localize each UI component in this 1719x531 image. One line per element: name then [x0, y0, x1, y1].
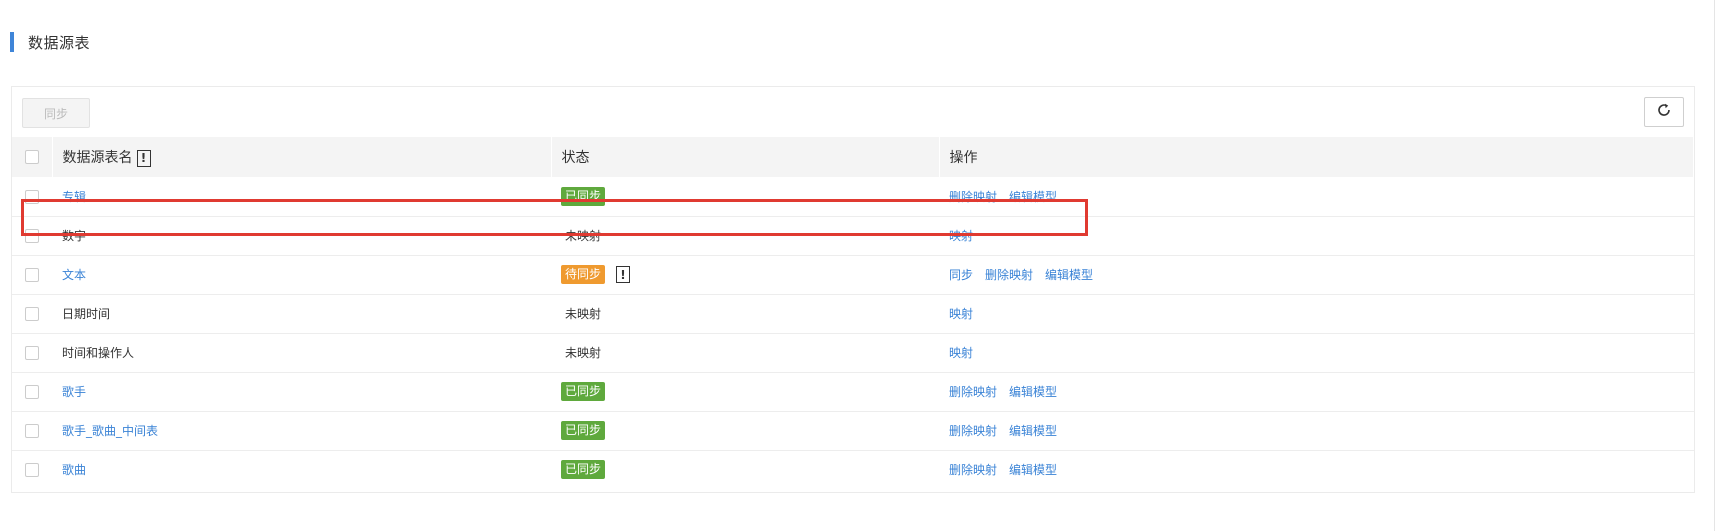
row-name-cell: 歌手	[52, 372, 551, 412]
row-actions-cell: 同步 删除映射 编辑模型	[939, 255, 1694, 295]
row-select-cell[interactable]	[12, 450, 52, 489]
row-status-cell: 未映射	[551, 333, 939, 373]
status-text-unmapped: 未映射	[565, 229, 602, 243]
table-name-link[interactable]: 专辑	[62, 190, 86, 204]
row-checkbox[interactable]	[25, 384, 39, 399]
header-select-all[interactable]	[12, 137, 53, 177]
table-row: 数字 未映射 映射	[12, 216, 1694, 256]
row-action-link[interactable]: 删除映射	[985, 268, 1033, 282]
row-status-cell: 已同步	[551, 372, 939, 412]
section-title-text: 数据源表	[28, 33, 91, 52]
scrollbar-track[interactable]	[1714, 0, 1715, 531]
row-actions-cell: 映射	[939, 333, 1694, 373]
select-all-checkbox[interactable]	[24, 150, 39, 164]
row-name-cell: 数字	[52, 216, 551, 256]
status-text-unmapped: 未映射	[565, 346, 602, 360]
row-name-cell: 歌曲	[52, 450, 551, 489]
row-action-link[interactable]: 删除映射	[949, 190, 997, 204]
data-source-table: 数据源表名! 状态 操作 专辑 已同步 删除映射 编辑模型 数字 未映射 映射 文本 待同步! 同…	[12, 137, 1694, 489]
row-actions-cell: 删除映射 编辑模型	[939, 177, 1694, 217]
table-name-text: 数字	[62, 229, 87, 243]
refresh-button[interactable]	[1644, 97, 1684, 127]
refresh-icon	[1656, 102, 1672, 122]
table-name-link[interactable]: 歌曲	[62, 463, 86, 477]
status-badge-synced: 已同步	[561, 421, 606, 440]
row-status-cell: 待同步!	[551, 255, 939, 295]
row-select-cell[interactable]	[12, 216, 52, 256]
page: 数据源表 同步 数据源表名! 状态 操作 专辑 已同步 删除映射 编辑模型 数字…	[0, 0, 1719, 531]
table-row: 歌曲 已同步 删除映射 编辑模型	[12, 450, 1694, 489]
title-accent-bar	[10, 32, 14, 52]
status-badge-synced: 已同步	[561, 382, 606, 401]
row-status-cell: 已同步	[551, 450, 939, 489]
row-action-link[interactable]: 同步	[949, 268, 973, 282]
status-text-unmapped: 未映射	[565, 307, 602, 321]
header-info-icon[interactable]: !	[136, 149, 151, 167]
row-action-link[interactable]: 删除映射	[949, 424, 997, 438]
row-name-cell: 文本	[52, 255, 551, 295]
table-row: 时间和操作人 未映射 映射	[12, 333, 1694, 373]
table-row: 歌手 已同步 删除映射 编辑模型	[12, 372, 1694, 412]
row-select-cell[interactable]	[12, 411, 52, 451]
table-name-link[interactable]: 歌手	[62, 385, 86, 399]
status-badge-pending: 待同步	[561, 265, 606, 284]
status-badge-synced: 已同步	[561, 186, 606, 206]
row-action-link[interactable]: 编辑模型	[1045, 268, 1093, 282]
row-checkbox[interactable]	[25, 267, 39, 282]
row-actions-cell: 删除映射 编辑模型	[939, 411, 1694, 451]
section-title: 数据源表	[10, 32, 90, 52]
table-name-text: 日期时间	[62, 307, 111, 321]
status-badge-synced: 已同步	[561, 460, 606, 480]
row-checkbox[interactable]	[25, 306, 39, 321]
row-action-link[interactable]: 编辑模型	[1009, 463, 1057, 477]
row-select-cell[interactable]	[12, 333, 52, 373]
header-status: 状态	[551, 137, 940, 177]
row-status-cell: 未映射	[551, 294, 939, 334]
row-checkbox[interactable]	[25, 463, 39, 477]
table-row: 日期时间 未映射 映射	[12, 294, 1694, 334]
row-name-cell: 时间和操作人	[52, 333, 551, 373]
header-name: 数据源表名!	[52, 137, 552, 177]
header-actions: 操作	[939, 137, 1694, 177]
row-name-cell: 专辑	[52, 177, 551, 217]
row-action-link[interactable]: 编辑模型	[1009, 190, 1057, 204]
table-header-row: 数据源表名! 状态 操作	[12, 137, 1694, 177]
row-action-link[interactable]: 删除映射	[949, 463, 997, 477]
row-action-link[interactable]: 编辑模型	[1009, 424, 1057, 438]
table-name-link[interactable]: 歌手_歌曲_中间表	[62, 424, 158, 438]
row-name-cell: 歌手_歌曲_中间表	[52, 411, 551, 451]
header-name-label: 数据源表名	[62, 150, 133, 166]
row-action-link[interactable]: 映射	[949, 307, 973, 321]
table-row: 歌手_歌曲_中间表 已同步 删除映射 编辑模型	[12, 411, 1694, 451]
row-checkbox[interactable]	[25, 228, 39, 243]
sync-button[interactable]: 同步	[22, 98, 90, 128]
row-status-cell: 已同步	[551, 177, 939, 217]
row-select-cell[interactable]	[12, 255, 52, 295]
table-panel: 同步 数据源表名! 状态 操作 专辑 已同步 删除映射 编辑模型数字 未映射 映…	[11, 86, 1695, 493]
row-status-cell: 已同步	[551, 411, 939, 451]
row-action-link[interactable]: 映射	[949, 229, 973, 243]
row-checkbox[interactable]	[25, 345, 39, 360]
row-actions-cell: 映射	[939, 294, 1694, 334]
table-body: 专辑 已同步 删除映射 编辑模型 数字 未映射 映射 文本 待同步! 同步 删除映射 编辑模型 日期时间…	[12, 177, 1694, 489]
row-status-cell: 未映射	[551, 216, 939, 256]
row-checkbox[interactable]	[25, 423, 39, 438]
row-actions-cell: 删除映射 编辑模型	[939, 372, 1694, 412]
table-row: 专辑 已同步 删除映射 编辑模型	[12, 177, 1694, 217]
status-info-icon[interactable]: !	[616, 266, 631, 283]
table-name-link[interactable]: 文本	[62, 268, 86, 282]
row-select-cell[interactable]	[12, 294, 52, 334]
toolbar: 同步	[12, 87, 1694, 137]
row-action-link[interactable]: 编辑模型	[1009, 385, 1057, 399]
row-select-cell[interactable]	[12, 177, 52, 217]
row-action-link[interactable]: 删除映射	[949, 385, 997, 399]
row-select-cell[interactable]	[12, 372, 52, 412]
table-row: 文本 待同步! 同步 删除映射 编辑模型	[12, 255, 1694, 295]
row-action-link[interactable]: 映射	[949, 346, 973, 360]
row-checkbox[interactable]	[25, 189, 39, 204]
row-name-cell: 日期时间	[52, 294, 551, 334]
row-actions-cell: 删除映射 编辑模型	[939, 450, 1694, 489]
row-actions-cell: 映射	[939, 216, 1694, 256]
table-name-text: 时间和操作人	[62, 346, 135, 360]
